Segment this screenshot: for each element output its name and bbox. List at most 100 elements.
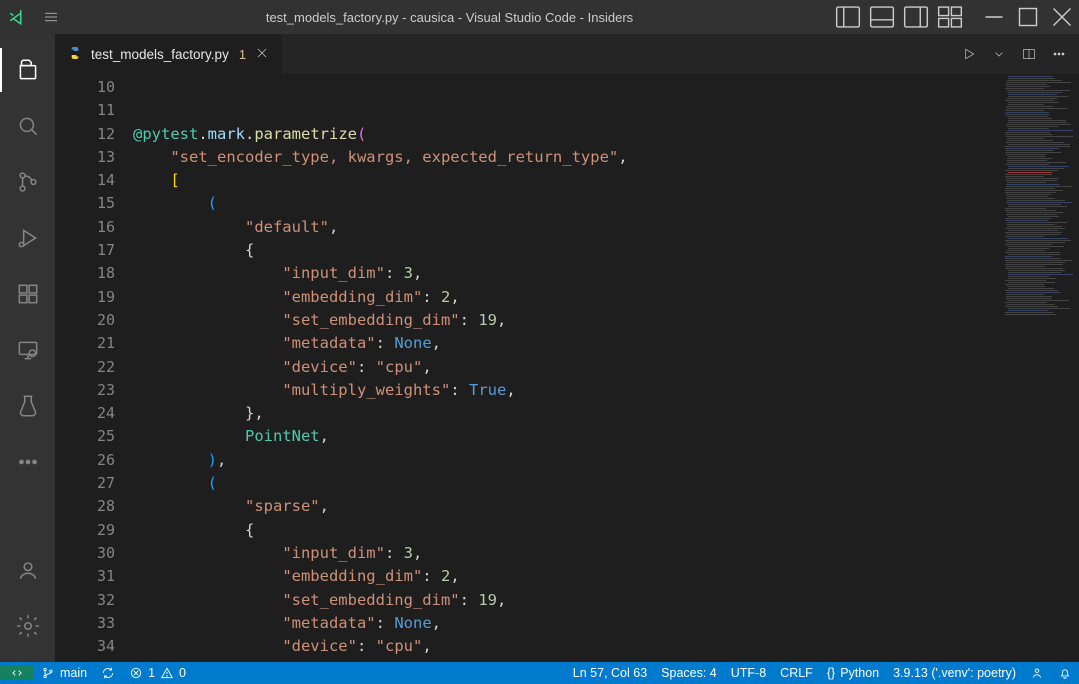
extensions-icon[interactable] <box>0 266 55 322</box>
line-number: 18 <box>55 262 115 285</box>
line-number: 29 <box>55 519 115 542</box>
code-line[interactable]: "set_embedding_dim": 19, <box>133 589 999 612</box>
line-number: 31 <box>55 565 115 588</box>
menu-button[interactable] <box>34 8 68 26</box>
code-line[interactable] <box>133 99 999 122</box>
indentation[interactable]: Spaces: 4 <box>654 666 724 680</box>
run-debug-icon[interactable] <box>0 210 55 266</box>
code-line[interactable]: ), <box>133 449 999 472</box>
editor[interactable]: 1011121314151617181920212223242526272829… <box>55 74 1079 662</box>
window-close-button[interactable] <box>1045 0 1079 34</box>
remote-explorer-icon[interactable] <box>0 322 55 378</box>
code-line[interactable]: "input_dim": 3, <box>133 262 999 285</box>
code-line[interactable]: "input_dim": 3, <box>133 542 999 565</box>
code-content[interactable]: @pytest.mark.parametrize( "set_encoder_t… <box>133 74 999 662</box>
line-number: 11 <box>55 99 115 122</box>
layout-sidebar-right-icon[interactable] <box>899 0 933 34</box>
line-number: 19 <box>55 286 115 309</box>
line-number: 20 <box>55 309 115 332</box>
braces-icon: {} <box>827 666 835 680</box>
code-line[interactable]: ( <box>133 192 999 215</box>
python-interpreter[interactable]: 3.9.13 ('.venv': poetry) <box>886 666 1023 680</box>
split-editor-icon[interactable] <box>1017 34 1041 74</box>
line-number: 16 <box>55 216 115 239</box>
problems[interactable]: 1 0 <box>122 666 193 680</box>
activity-bar <box>0 34 55 662</box>
code-line[interactable]: "metadata": None, <box>133 612 999 635</box>
language-name: Python <box>840 666 879 680</box>
encoding[interactable]: UTF-8 <box>724 666 773 680</box>
line-number: 22 <box>55 356 115 379</box>
settings-gear-icon[interactable] <box>0 598 55 654</box>
feedback-icon[interactable] <box>1023 666 1051 680</box>
code-line[interactable]: "set_embedding_dim": 19, <box>133 309 999 332</box>
run-file-icon[interactable] <box>957 34 981 74</box>
window-title: test_models_factory.py - causica - Visua… <box>68 10 831 25</box>
source-control-icon[interactable] <box>0 154 55 210</box>
line-number: 13 <box>55 146 115 169</box>
code-line[interactable]: "embedding_dim": 2, <box>133 286 999 309</box>
line-number: 21 <box>55 332 115 355</box>
language-mode[interactable]: {} Python <box>820 666 886 680</box>
eol[interactable]: CRLF <box>773 666 820 680</box>
sync-button[interactable] <box>94 666 122 680</box>
warning-icon <box>160 666 174 680</box>
line-number: 26 <box>55 449 115 472</box>
minimap[interactable] <box>999 74 1079 662</box>
tab-dirty-indicator: 1 <box>239 47 246 62</box>
line-number: 24 <box>55 402 115 425</box>
window-minimize-button[interactable] <box>977 0 1011 34</box>
branch-icon <box>41 666 55 680</box>
tab-close-icon[interactable] <box>254 45 270 64</box>
branch-name: main <box>60 666 87 680</box>
python-file-icon <box>67 45 83 64</box>
code-line[interactable]: "sparse", <box>133 495 999 518</box>
line-number: 28 <box>55 495 115 518</box>
window-maximize-button[interactable] <box>1011 0 1045 34</box>
error-count: 1 <box>148 666 155 680</box>
more-actions-icon[interactable] <box>1047 34 1071 74</box>
testing-icon[interactable] <box>0 378 55 434</box>
code-line[interactable]: "device": "cpu", <box>133 635 999 658</box>
line-number: 25 <box>55 425 115 448</box>
code-line[interactable]: ( <box>133 472 999 495</box>
error-icon <box>129 666 143 680</box>
explorer-icon[interactable] <box>0 42 55 98</box>
line-number: 23 <box>55 379 115 402</box>
line-number: 33 <box>55 612 115 635</box>
code-line[interactable]: PointNet, <box>133 425 999 448</box>
line-number: 27 <box>55 472 115 495</box>
git-branch[interactable]: main <box>34 666 94 680</box>
code-line[interactable]: [ <box>133 169 999 192</box>
line-number: 14 <box>55 169 115 192</box>
run-dropdown-icon[interactable] <box>987 34 1011 74</box>
line-number: 12 <box>55 123 115 146</box>
accounts-icon[interactable] <box>0 542 55 598</box>
remote-indicator[interactable] <box>0 666 34 680</box>
cursor-position[interactable]: Ln 57, Col 63 <box>566 666 654 680</box>
layout-sidebar-left-icon[interactable] <box>831 0 865 34</box>
search-icon[interactable] <box>0 98 55 154</box>
code-line[interactable]: "multiply_weights": True, <box>133 379 999 402</box>
code-line[interactable]: "default", <box>133 216 999 239</box>
line-number: 17 <box>55 239 115 262</box>
code-line[interactable] <box>133 76 999 99</box>
line-number: 34 <box>55 635 115 658</box>
code-line[interactable]: "embedding_dim": 2, <box>133 565 999 588</box>
code-line[interactable]: "metadata": None, <box>133 332 999 355</box>
line-number-gutter: 1011121314151617181920212223242526272829… <box>55 74 133 662</box>
code-line[interactable]: @pytest.mark.parametrize( <box>133 123 999 146</box>
overflow-icon[interactable] <box>0 434 55 490</box>
vscode-insiders-logo-icon <box>0 8 34 26</box>
code-line[interactable]: "device": "cpu", <box>133 356 999 379</box>
code-line[interactable]: "set_encoder_type, kwargs, expected_retu… <box>133 146 999 169</box>
layout-customize-icon[interactable] <box>933 0 967 34</box>
notifications-icon[interactable] <box>1051 666 1079 680</box>
code-line[interactable]: }, <box>133 402 999 425</box>
code-line[interactable]: { <box>133 519 999 542</box>
tab-filename: test_models_factory.py <box>91 47 229 62</box>
tab-test-models-factory[interactable]: test_models_factory.py 1 <box>55 34 283 74</box>
layout-panel-icon[interactable] <box>865 0 899 34</box>
status-bar: main 1 0 Ln 57, Col 63 Spaces: 4 UTF-8 C… <box>0 662 1079 684</box>
code-line[interactable]: { <box>133 239 999 262</box>
